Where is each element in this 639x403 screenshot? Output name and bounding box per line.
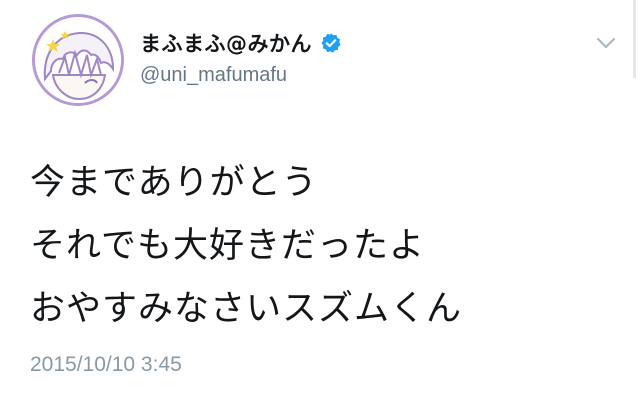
- avatar-illustration-icon: [35, 17, 121, 103]
- user-handle[interactable]: @uni_mafumafu: [140, 64, 287, 87]
- display-name[interactable]: まふまふ@みかん: [140, 28, 342, 58]
- tweet-card: まふまふ@みかん @uni_mafumafu 今までありがとう それでも大好きだ…: [0, 0, 639, 403]
- tweet-text-line: 今までありがとう: [30, 163, 318, 203]
- tweet-text-line: おやすみなさいスズムくん: [30, 289, 463, 329]
- display-name-text: まふまふ@みかん: [140, 32, 312, 56]
- chevron-down-icon[interactable]: [594, 34, 618, 52]
- timestamp[interactable]: 2015/10/10 3:45: [30, 353, 182, 377]
- tweet-text: 今までありがとう それでも大好きだったよ おやすみなさいスズムくん: [30, 152, 462, 341]
- avatar[interactable]: [32, 14, 124, 106]
- verified-badge-icon: [321, 33, 341, 53]
- scrollbar[interactable]: [633, 0, 636, 78]
- tweet-text-line: それでも大好きだったよ: [30, 226, 425, 266]
